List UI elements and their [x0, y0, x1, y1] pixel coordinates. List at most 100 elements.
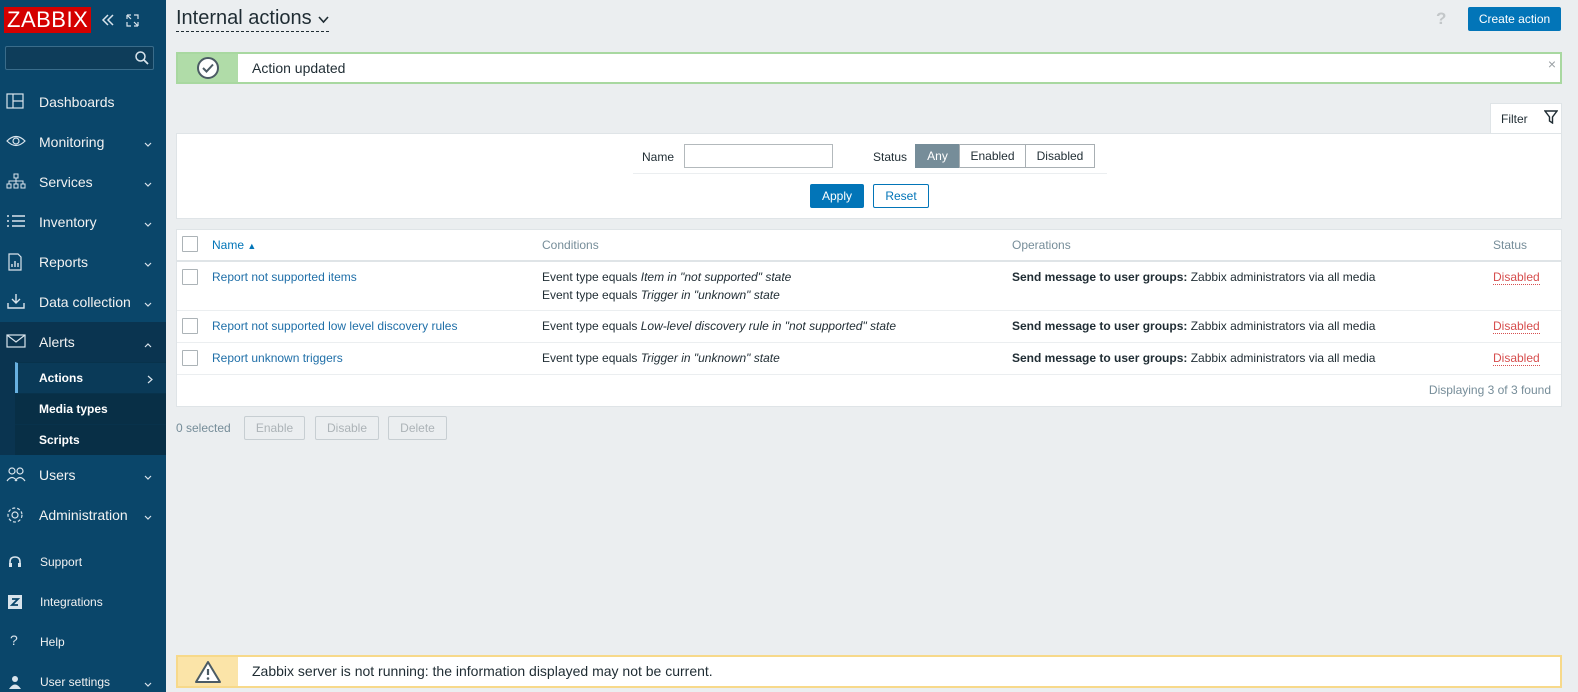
chevron-right-icon [147, 373, 153, 387]
sub-item-label: Actions [39, 371, 84, 385]
nav-label: Users [39, 467, 76, 483]
condition-text: Event type equals Item in "not supported… [542, 270, 791, 284]
page-title[interactable]: Internal actions [176, 6, 329, 32]
chevron-down-icon [144, 257, 152, 271]
row-checkbox[interactable] [182, 350, 198, 366]
nav-reports[interactable]: Reports [0, 242, 166, 282]
disable-button[interactable]: Disable [315, 416, 379, 440]
nav-label: Data collection [39, 294, 131, 310]
question-icon: ? [10, 632, 18, 648]
action-name-link[interactable]: Report not supported low level discovery… [212, 319, 457, 333]
condition-prefix: Event type equals [542, 270, 641, 284]
select-all-checkbox[interactable] [182, 236, 198, 252]
nav-alerts[interactable]: Alerts [0, 322, 166, 362]
nav-label: Integrations [40, 595, 103, 609]
nav-label: User settings [40, 675, 111, 689]
row-checkbox[interactable] [182, 269, 198, 285]
search-icon[interactable] [135, 51, 149, 68]
chevron-down-icon [144, 470, 152, 484]
message-text: Action updated [252, 60, 346, 76]
status-option-disabled[interactable]: Disabled [1025, 144, 1095, 168]
reset-button[interactable]: Reset [873, 184, 929, 208]
nav-label: Monitoring [39, 134, 105, 150]
row-divider [177, 374, 1561, 375]
nav-help[interactable]: ? Help [0, 622, 166, 662]
nav-user-settings[interactable]: User settings [0, 662, 166, 692]
server-warning-message: Zabbix server is not running: the inform… [176, 655, 1562, 688]
nav-support[interactable]: Support [0, 542, 166, 582]
column-header-status: Status [1493, 238, 1528, 252]
gear-icon [6, 506, 26, 524]
status-option-any[interactable]: Any [915, 144, 960, 168]
sidebar-search-input[interactable] [5, 46, 154, 70]
operation-value: Zabbix administrators via all media [1187, 351, 1376, 365]
nav-label: Services [39, 174, 93, 190]
nav-administration[interactable]: Administration [0, 495, 166, 535]
services-icon [6, 173, 26, 191]
sub-item-scripts[interactable]: Scripts [15, 424, 166, 455]
apply-button[interactable]: Apply [810, 184, 864, 208]
kiosk-mode-icon[interactable] [123, 11, 141, 29]
warning-text: Zabbix server is not running: the inform… [252, 663, 713, 679]
condition-prefix: Event type equals [542, 288, 641, 302]
chevron-down-icon [144, 677, 152, 691]
status-toggle-link[interactable]: Disabled [1493, 270, 1540, 285]
nav-inventory[interactable]: Inventory [0, 202, 166, 242]
action-name-link[interactable]: Report unknown triggers [212, 351, 343, 365]
filter-divider [633, 173, 1107, 174]
sub-item-media-types[interactable]: Media types [15, 393, 166, 424]
chevron-up-icon [144, 337, 152, 351]
nav-services[interactable]: Services [0, 162, 166, 202]
filter-tab[interactable]: Filter [1490, 103, 1562, 134]
help-icon[interactable]: ? [1436, 9, 1446, 29]
sub-item-actions[interactable]: Actions [15, 362, 166, 393]
close-icon[interactable]: × [1548, 56, 1556, 72]
chevron-down-icon [144, 137, 152, 151]
filter-status-label: Status [873, 150, 908, 164]
condition-value: Low-level discovery rule in "not support… [640, 319, 897, 333]
check-circle-icon [197, 57, 219, 79]
status-toggle-link[interactable]: Disabled [1493, 351, 1540, 366]
actions-table: Name ▲ Conditions Operations Status Repo… [176, 229, 1562, 407]
zabbix-logo[interactable]: ZABBIX [4, 7, 92, 33]
condition-value: Item in "not supported" state [640, 270, 792, 284]
page-title-text: Internal actions [176, 7, 312, 29]
nav-data-collection[interactable]: Data collection [0, 282, 166, 322]
sidebar-bottom-nav: Support Integrations ? Help User setting… [0, 542, 166, 692]
headset-icon [8, 555, 22, 569]
nav-dashboards[interactable]: Dashboards [0, 82, 166, 122]
sort-ascending-icon: ▲ [247, 241, 257, 251]
row-checkbox[interactable] [182, 318, 198, 334]
report-icon [6, 253, 26, 271]
delete-button[interactable]: Delete [388, 416, 447, 440]
sub-item-label: Scripts [39, 433, 80, 447]
operation-text: Send message to user groups: Zabbix admi… [1012, 270, 1375, 284]
action-name-link[interactable]: Report not supported items [212, 270, 357, 284]
nav-monitoring[interactable]: Monitoring [0, 122, 166, 162]
selected-count: 0 selected [176, 421, 231, 435]
sub-item-label: Media types [39, 402, 108, 416]
chevron-down-icon [144, 510, 152, 524]
status-option-enabled[interactable]: Enabled [959, 144, 1026, 168]
column-header-name[interactable]: Name ▲ [212, 238, 256, 252]
nav-label: Dashboards [39, 94, 115, 110]
sidebar: ZABBIX Dashboards Monitoring Services In… [0, 0, 166, 692]
enable-button[interactable]: Enable [244, 416, 305, 440]
logo-row: ZABBIX [0, 0, 166, 40]
warning-triangle-icon [195, 660, 221, 683]
integrations-icon [8, 595, 22, 609]
operation-value: Zabbix administrators via all media [1187, 319, 1376, 333]
nav-integrations[interactable]: Integrations [0, 582, 166, 622]
condition-text: Event type equals Low-level discovery ru… [542, 319, 896, 333]
collapse-sidebar-icon[interactable] [99, 11, 117, 29]
nav-users[interactable]: Users [0, 455, 166, 495]
filter-name-input[interactable] [684, 144, 833, 168]
create-action-button[interactable]: Create action [1468, 7, 1561, 31]
success-badge [178, 54, 238, 82]
operation-value: Zabbix administrators via all media [1187, 270, 1376, 284]
list-icon [6, 213, 26, 231]
chevron-down-icon [318, 6, 329, 30]
chevron-down-icon [144, 177, 152, 191]
download-icon [6, 293, 26, 311]
status-toggle-link[interactable]: Disabled [1493, 319, 1540, 334]
